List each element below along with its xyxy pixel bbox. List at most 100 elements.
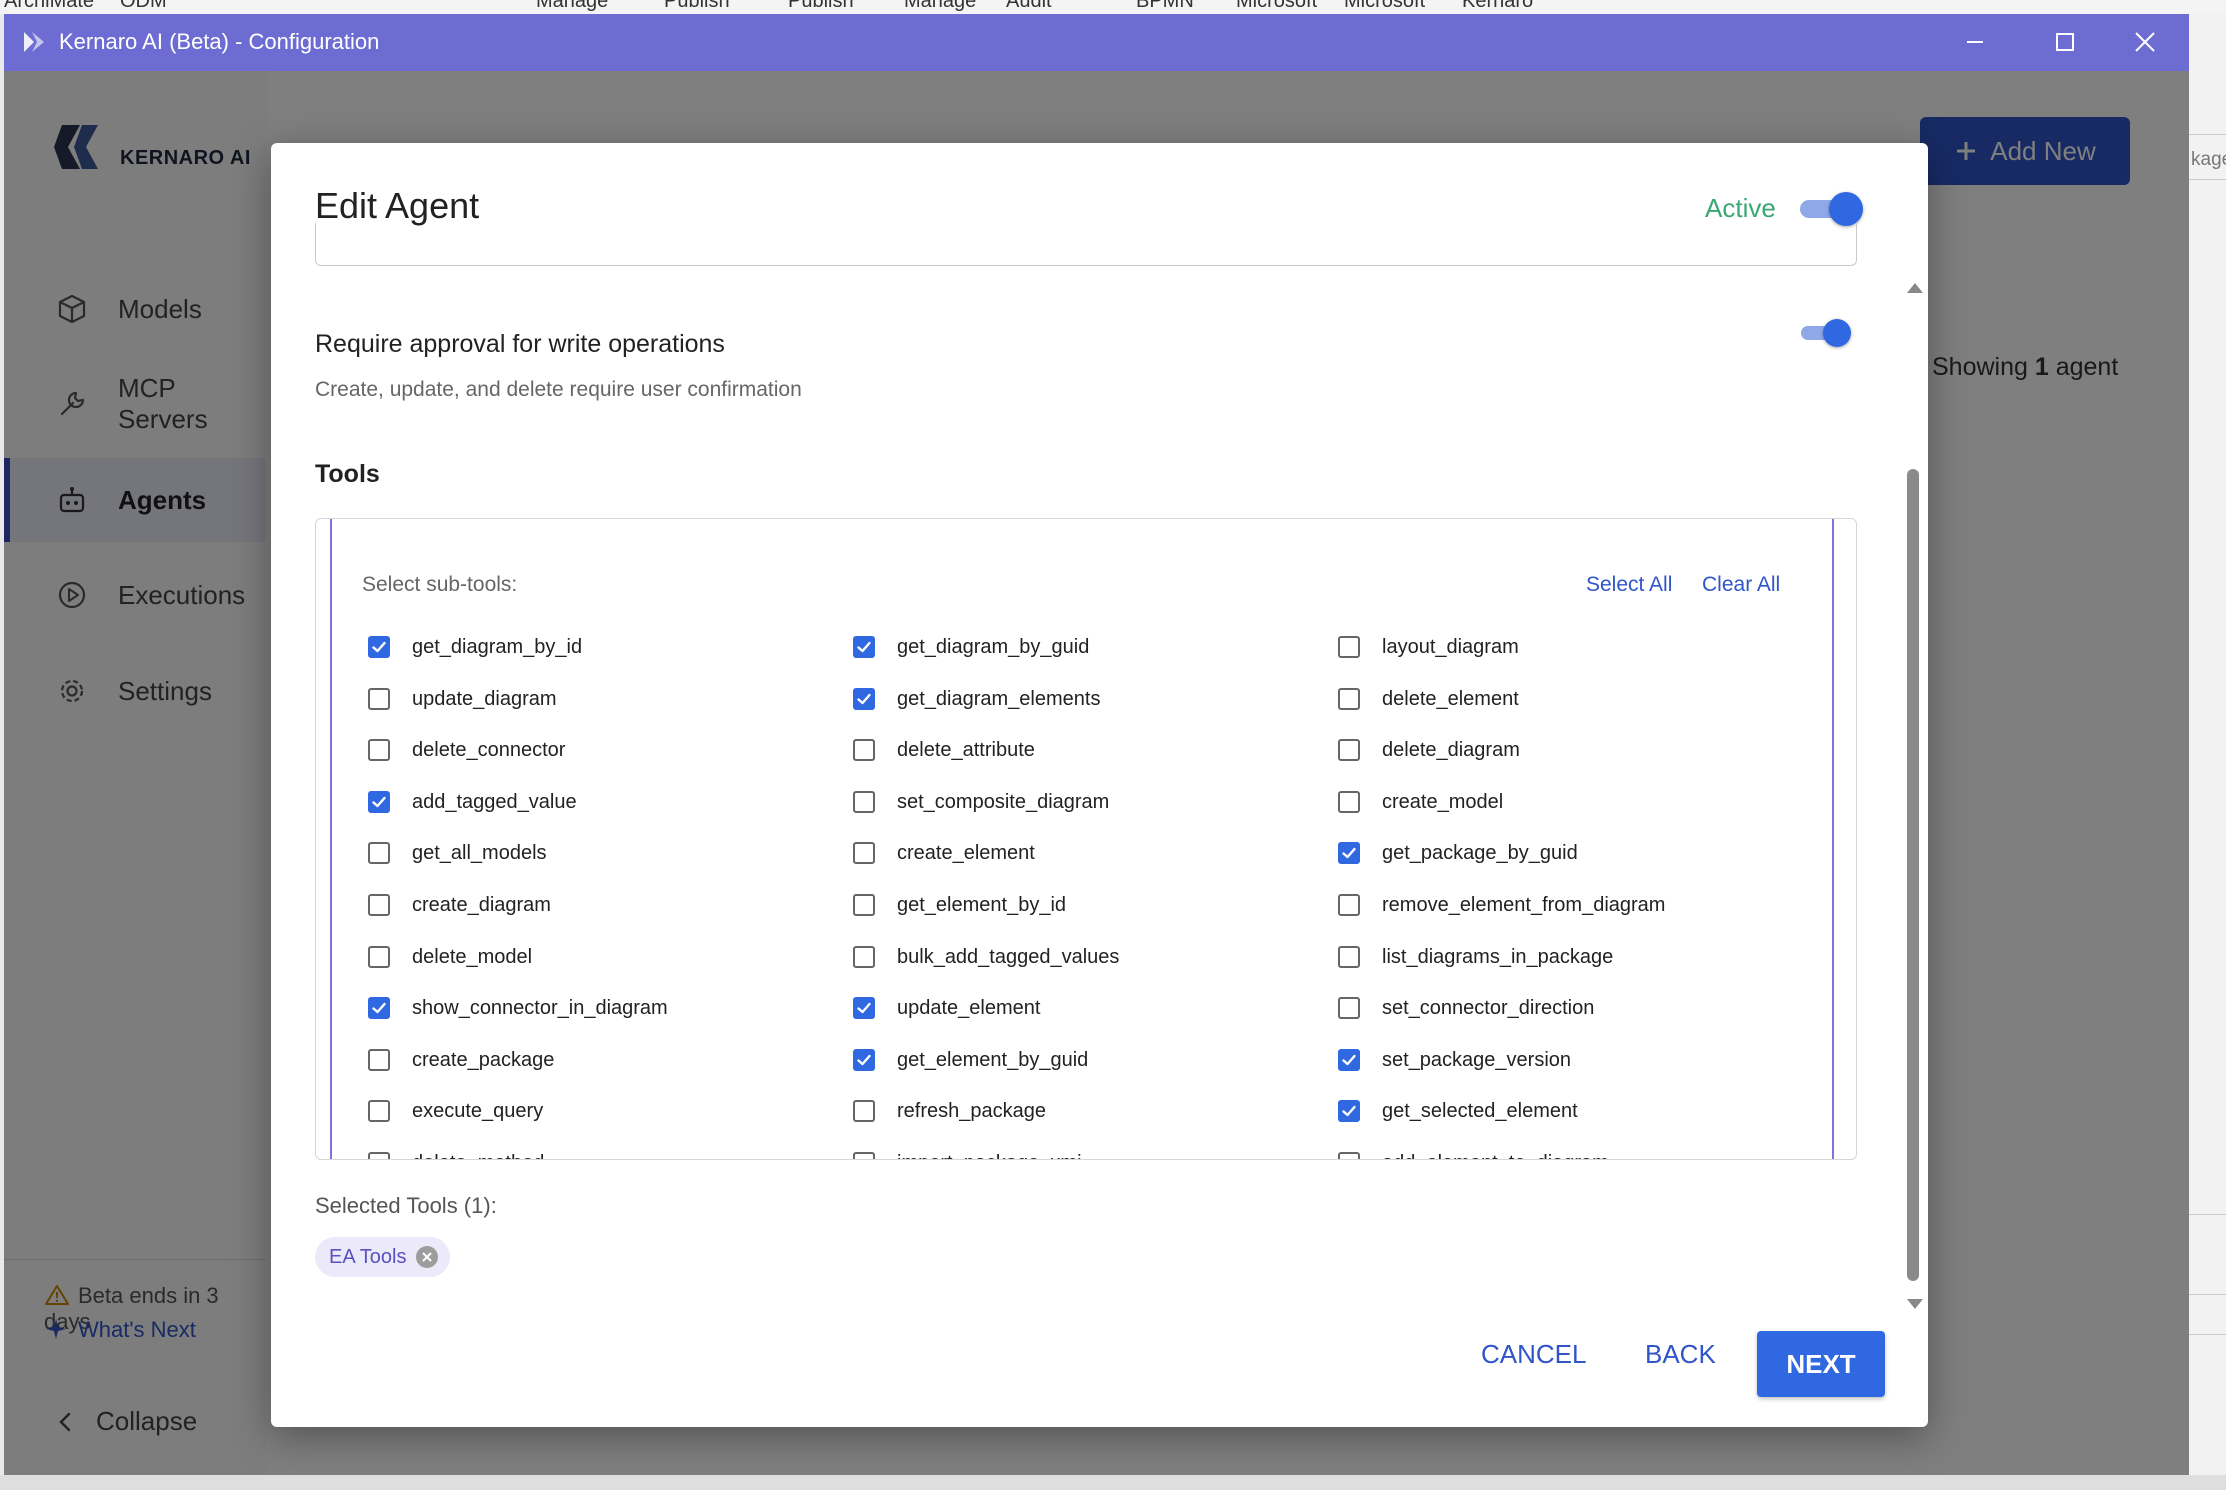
- subtool-option[interactable]: delete_element: [1338, 679, 1519, 719]
- subtool-checkbox[interactable]: [1338, 1049, 1360, 1071]
- subtool-checkbox[interactable]: [368, 688, 390, 710]
- host-menu-strip: ArchiMate ODM Manage Publish Publish Man…: [0, 0, 2226, 14]
- edit-agent-dialog: Edit Agent Active Require approval for w…: [271, 143, 1928, 1427]
- minimize-button[interactable]: [1945, 20, 2005, 64]
- subtool-label: update_diagram: [412, 687, 557, 710]
- subtool-checkbox[interactable]: [1338, 688, 1360, 710]
- subtool-checkbox[interactable]: [1338, 636, 1360, 658]
- subtool-checkbox[interactable]: [853, 894, 875, 916]
- subtool-option[interactable]: update_diagram: [368, 679, 557, 719]
- scroll-down-arrow-icon[interactable]: [1907, 1299, 1923, 1309]
- subtool-checkbox[interactable]: [368, 791, 390, 813]
- subtool-option[interactable]: show_connector_in_diagram: [368, 988, 668, 1028]
- subtool-row: create_package get_element_by_guid set_pac…: [368, 1040, 1828, 1080]
- subtool-checkbox[interactable]: [368, 894, 390, 916]
- subtool-option[interactable]: delete_method: [368, 1143, 544, 1159]
- subtool-option[interactable]: execute_query: [368, 1091, 543, 1131]
- subtool-option[interactable]: get_all_models: [368, 833, 547, 873]
- subtool-option[interactable]: get_diagram_elements: [853, 679, 1100, 719]
- subtool-checkbox[interactable]: [1338, 791, 1360, 813]
- subtool-checkbox[interactable]: [853, 842, 875, 864]
- subtool-checkbox[interactable]: [368, 1049, 390, 1071]
- subtool-checkbox[interactable]: [368, 946, 390, 968]
- subtool-option[interactable]: delete_connector: [368, 730, 565, 770]
- subtool-checkbox[interactable]: [1338, 739, 1360, 761]
- divider: [2189, 179, 2226, 180]
- subtool-label: create_element: [897, 841, 1035, 864]
- subtool-option[interactable]: get_package_by_guid: [1338, 833, 1578, 873]
- subtool-option[interactable]: delete_attribute: [853, 730, 1035, 770]
- subtool-option[interactable]: delete_diagram: [1338, 730, 1520, 770]
- subtool-option[interactable]: create_model: [1338, 782, 1503, 822]
- scroll-up-arrow-icon[interactable]: [1907, 283, 1923, 293]
- subtool-checkbox[interactable]: [1338, 842, 1360, 864]
- subtool-option[interactable]: import_package_xmi: [853, 1143, 1082, 1159]
- subtool-checkbox[interactable]: [368, 739, 390, 761]
- chip-label: EA Tools: [329, 1245, 407, 1268]
- cancel-button[interactable]: CANCEL: [1481, 1339, 1586, 1370]
- subtool-option[interactable]: get_element_by_guid: [853, 1040, 1088, 1080]
- subtool-checkbox[interactable]: [1338, 1152, 1360, 1159]
- remove-chip-button[interactable]: [416, 1246, 439, 1268]
- subtool-checkbox[interactable]: [853, 688, 875, 710]
- subtool-checkbox[interactable]: [853, 791, 875, 813]
- check-icon: [372, 1002, 386, 1014]
- subtool-checkbox[interactable]: [368, 1100, 390, 1122]
- subtool-option[interactable]: set_package_version: [1338, 1040, 1571, 1080]
- subtool-label: delete_attribute: [897, 738, 1035, 761]
- subtool-option[interactable]: get_diagram_by_guid: [853, 627, 1089, 667]
- subtool-label: bulk_add_tagged_values: [897, 945, 1120, 968]
- subtool-row: delete_model bulk_add_tagged_values list_d…: [368, 937, 1828, 977]
- clear-all-button[interactable]: Clear All: [1702, 573, 1780, 597]
- description-field-edge[interactable]: [315, 223, 1857, 266]
- subtool-option[interactable]: add_element_to_diagram: [1338, 1143, 1609, 1159]
- close-icon: [2135, 32, 2155, 52]
- subtool-checkbox[interactable]: [1338, 894, 1360, 916]
- maximize-button[interactable]: [2035, 20, 2095, 64]
- subtool-label: add_element_to_diagram: [1382, 1152, 1609, 1160]
- subtool-option[interactable]: create_element: [853, 833, 1035, 873]
- dialog-title: Edit Agent: [315, 185, 480, 226]
- subtool-option[interactable]: add_tagged_value: [368, 782, 577, 822]
- subtool-option[interactable]: set_composite_diagram: [853, 782, 1109, 822]
- subtool-option[interactable]: delete_model: [368, 937, 532, 977]
- back-button[interactable]: BACK: [1645, 1339, 1716, 1370]
- subtool-option[interactable]: get_diagram_by_id: [368, 627, 582, 667]
- subtool-option[interactable]: get_element_by_id: [853, 885, 1066, 925]
- subtool-checkbox[interactable]: [853, 636, 875, 658]
- subtool-checkbox[interactable]: [368, 997, 390, 1019]
- next-button[interactable]: NEXT: [1757, 1331, 1885, 1397]
- subtool-option[interactable]: create_package: [368, 1040, 554, 1080]
- select-all-button[interactable]: Select All: [1586, 573, 1672, 597]
- subtool-checkbox[interactable]: [1338, 1100, 1360, 1122]
- subtool-label: set_connector_direction: [1382, 996, 1595, 1019]
- subtool-checkbox[interactable]: [853, 946, 875, 968]
- subtool-checkbox[interactable]: [368, 636, 390, 658]
- subtool-checkbox[interactable]: [853, 739, 875, 761]
- close-icon: [422, 1252, 433, 1262]
- subtool-option[interactable]: layout_diagram: [1338, 627, 1519, 667]
- subtool-option[interactable]: create_diagram: [368, 885, 551, 925]
- subtool-checkbox[interactable]: [368, 1152, 390, 1159]
- subtool-label: get_diagram_by_id: [412, 635, 583, 658]
- subtool-checkbox[interactable]: [853, 997, 875, 1019]
- approval-toggle[interactable]: [1799, 316, 1855, 350]
- subtool-option[interactable]: remove_element_from_diagram: [1338, 885, 1665, 925]
- subtool-checkbox[interactable]: [1338, 997, 1360, 1019]
- subtool-option[interactable]: bulk_add_tagged_values: [853, 937, 1119, 977]
- scrollbar-thumb[interactable]: [1907, 469, 1919, 1281]
- subtool-option[interactable]: update_element: [853, 988, 1040, 1028]
- subtool-option[interactable]: get_selected_element: [1338, 1091, 1578, 1131]
- subtool-checkbox[interactable]: [368, 842, 390, 864]
- subtool-checkbox[interactable]: [853, 1152, 875, 1159]
- subtool-option[interactable]: set_connector_direction: [1338, 988, 1594, 1028]
- subtool-checkbox[interactable]: [1338, 946, 1360, 968]
- check-icon: [1342, 1105, 1356, 1117]
- subtool-checkbox[interactable]: [853, 1049, 875, 1071]
- check-icon: [857, 641, 871, 653]
- subtool-checkbox[interactable]: [853, 1100, 875, 1122]
- subtool-row: delete_method import_package_xmi add_eleme…: [368, 1143, 1828, 1159]
- close-window-button[interactable]: [2115, 20, 2175, 64]
- subtool-option[interactable]: refresh_package: [853, 1091, 1046, 1131]
- subtool-option[interactable]: list_diagrams_in_package: [1338, 937, 1613, 977]
